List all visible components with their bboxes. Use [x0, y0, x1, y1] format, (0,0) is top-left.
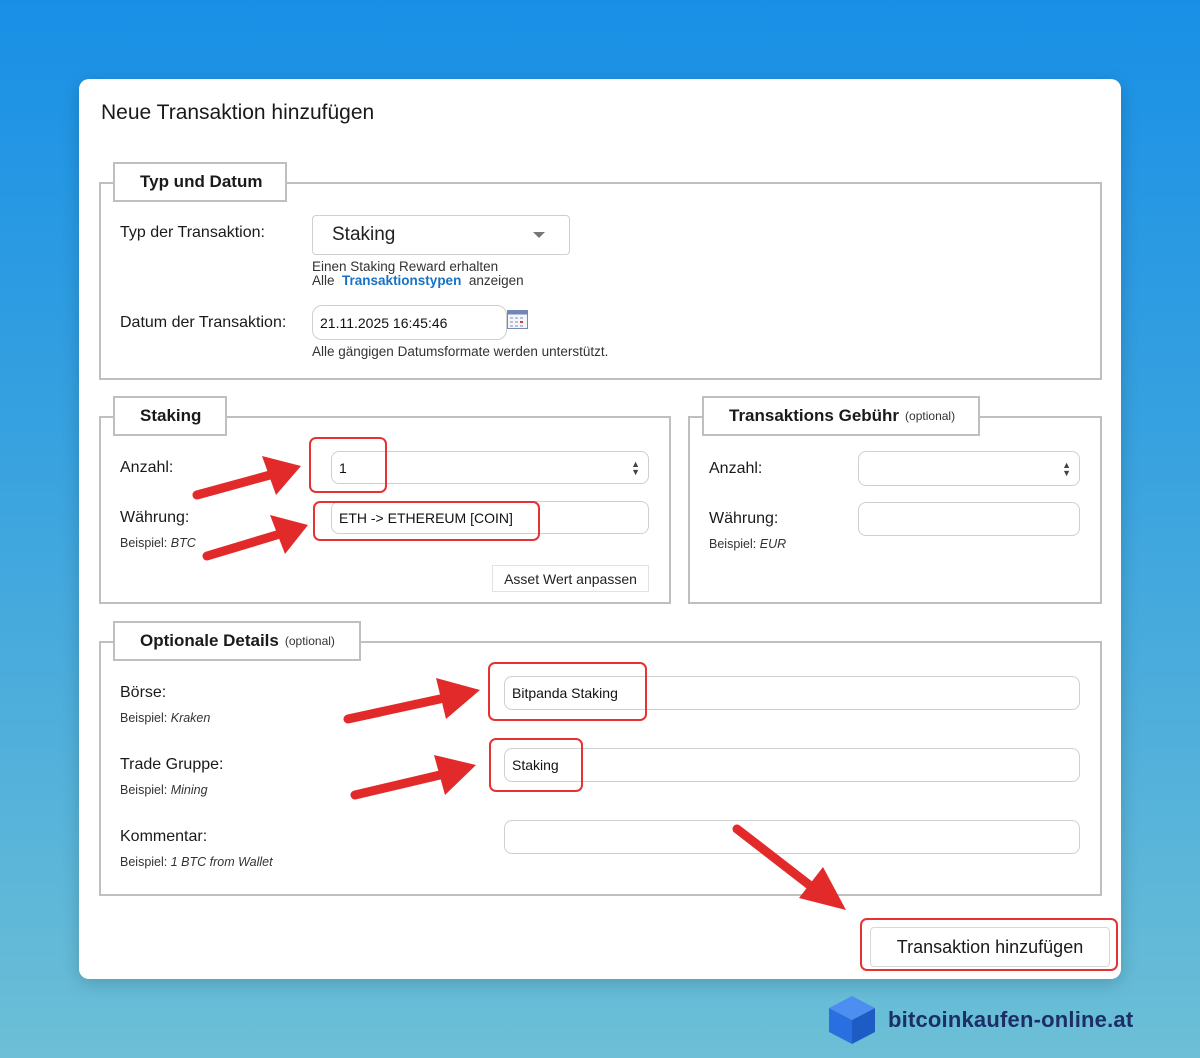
arrow-exchange-shaft — [343, 694, 445, 724]
arrow-currency-shaft — [202, 529, 285, 561]
arrow-submit-head — [799, 867, 846, 910]
arrow-amount-shaft — [192, 470, 275, 500]
arrow-trade-group-head — [434, 755, 476, 795]
brand-logo: bitcoinkaufen-online.at — [826, 994, 1133, 1046]
cube-logo-icon — [829, 996, 875, 1044]
annotation-arrows — [192, 456, 846, 910]
arrow-exchange-head — [436, 678, 480, 719]
arrow-trade-group-shaft — [350, 770, 445, 800]
brand-name: bitcoinkaufen-online.at — [888, 1007, 1134, 1032]
arrow-submit-shaft — [732, 824, 817, 892]
